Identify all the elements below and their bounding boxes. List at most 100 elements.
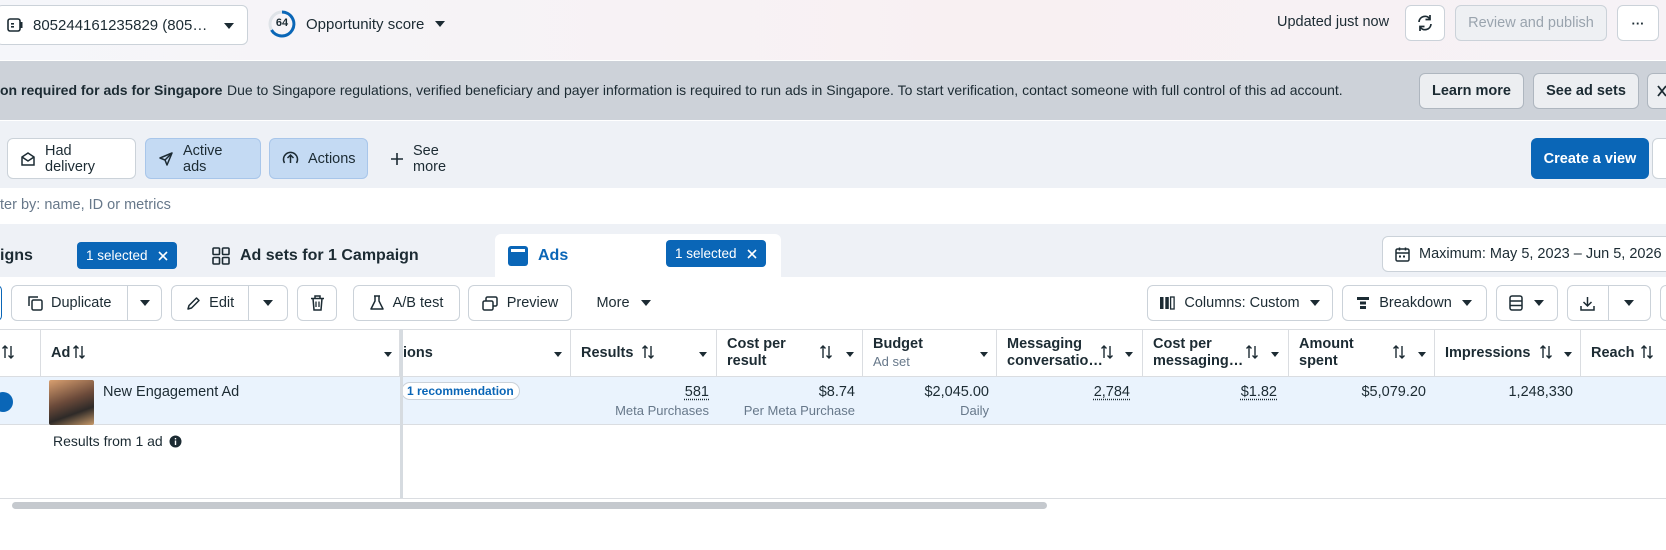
download-icon (1580, 296, 1595, 311)
toggle-switch[interactable] (0, 392, 13, 412)
chevron-down-icon[interactable] (979, 351, 989, 358)
header-results[interactable]: Results (571, 330, 717, 378)
export-button[interactable] (1568, 286, 1608, 320)
header-budget[interactable]: Budget Ad set (863, 330, 997, 378)
preview-button[interactable]: Preview (468, 285, 572, 321)
header-impressions-label: Impressions (1445, 345, 1530, 362)
score-label: Opportunity score (306, 16, 424, 33)
more-actions-button[interactable]: More (584, 285, 664, 321)
header-ad-label: Ad (51, 345, 70, 362)
ads-table: Ad ions Results Cost per result Budget Ad … (0, 329, 1666, 499)
recommendation-badge[interactable]: 1 recommendation (401, 382, 520, 400)
chevron-down-icon (223, 22, 235, 30)
more-options-button[interactable]: ··· (1617, 5, 1659, 41)
breakdown-selector[interactable]: Breakdown (1342, 285, 1487, 321)
active-ads-filter[interactable]: Active ads (145, 138, 261, 179)
sort-icon[interactable] (820, 345, 832, 359)
reports-selector[interactable] (1496, 285, 1558, 321)
chevron-down-icon[interactable] (383, 351, 393, 358)
header-impressions[interactable]: Impressions (1435, 330, 1581, 378)
ads-selected-badge[interactable]: 1 selected (666, 240, 766, 267)
chevron-down-icon (640, 299, 652, 307)
preview-label: Preview (507, 295, 559, 311)
sort-icon[interactable] (1393, 345, 1405, 359)
opportunity-score[interactable]: 64 Opportunity score (268, 10, 446, 38)
send-icon (158, 151, 174, 167)
ad-name[interactable]: New Engagement Ad (103, 384, 239, 400)
campaigns-selected-badge[interactable]: 1 selected (77, 242, 177, 269)
cost-messaging-cell: $1.82 (1143, 384, 1277, 400)
header-amount-spent-label: Amount spent (1299, 336, 1354, 370)
account-label: 805244161235829 (805… (33, 17, 207, 34)
columns-icon (1159, 296, 1175, 310)
close-icon[interactable] (747, 249, 757, 259)
had-delivery-filter[interactable]: Had delivery (7, 138, 136, 179)
sort-icon[interactable] (1641, 345, 1653, 359)
export-dropdown[interactable] (1609, 286, 1651, 320)
edit-button[interactable]: Edit (172, 286, 248, 320)
envelope-icon (20, 151, 36, 167)
create-view-button[interactable]: Create a view (1531, 138, 1649, 179)
learn-more-button[interactable]: Learn more (1419, 73, 1524, 109)
edit-dropdown[interactable] (249, 286, 287, 320)
account-selector[interactable]: 805244161235829 (805… (0, 5, 248, 45)
date-range-picker[interactable]: Maximum: May 5, 2023 – Jun 5, 2026 (1382, 236, 1666, 272)
toolbar-overflow-button[interactable] (1660, 285, 1666, 321)
header-reach-label: Reach (1591, 345, 1635, 362)
budget-cell: $2,045.00 Daily (863, 384, 989, 418)
close-icon[interactable] (158, 251, 168, 261)
top-bar: 805244161235829 (805… 64 Opportunity sco… (0, 0, 1666, 60)
campaigns-selected-count: 1 selected (86, 248, 148, 263)
chevron-down-icon[interactable] (1563, 351, 1573, 358)
refresh-icon (1416, 14, 1434, 32)
sort-icon[interactable] (1540, 345, 1552, 359)
tab-campaigns-label: igns (0, 247, 33, 265)
header-amount-spent[interactable]: Amount spent (1289, 330, 1435, 378)
sort-icon[interactable] (1101, 345, 1113, 359)
chevron-down-icon[interactable] (553, 351, 563, 358)
delete-button[interactable] (297, 285, 337, 321)
header-cost-per-messaging[interactable]: Cost per messaging… (1143, 330, 1289, 378)
info-icon[interactable] (169, 435, 182, 448)
header-messaging-conversations[interactable]: Messaging conversatio… (997, 330, 1143, 378)
table-row[interactable]: New Engagement Ad 1 recommendation 581 M… (0, 377, 1666, 425)
horizontal-scrollbar[interactable] (12, 502, 1047, 509)
see-more-filters[interactable]: See more (378, 138, 478, 179)
sort-icon[interactable] (642, 345, 654, 359)
header-ad[interactable]: Ad (41, 330, 400, 378)
header-status[interactable] (0, 330, 41, 378)
grid-icon (212, 247, 230, 265)
view-options-button[interactable] (1652, 138, 1666, 179)
create-ad-edge[interactable] (0, 285, 2, 321)
chevron-down-icon[interactable] (698, 351, 708, 358)
sort-icon[interactable] (73, 345, 85, 359)
plus-icon (390, 152, 404, 166)
chevron-down-icon[interactable] (845, 351, 855, 358)
tab-ad-sets[interactable]: Ad sets for 1 Campaign (199, 234, 484, 277)
review-publish-button[interactable]: Review and publish (1455, 5, 1607, 41)
banner-message: Due to Singapore regulations, verified b… (227, 82, 1343, 98)
sort-icon[interactable] (2, 345, 14, 359)
header-actions[interactable]: ions (403, 330, 571, 378)
pencil-icon (186, 296, 201, 311)
chevron-down-icon[interactable] (1270, 351, 1280, 358)
header-cost-per-result[interactable]: Cost per result (717, 330, 863, 378)
ab-test-label: A/B test (393, 295, 444, 311)
chevron-down-icon[interactable] (1417, 351, 1427, 358)
header-reach[interactable]: Reach (1581, 330, 1666, 378)
duplicate-button[interactable]: Duplicate (12, 286, 127, 320)
columns-selector[interactable]: Columns: Custom (1147, 285, 1333, 321)
chevron-down-icon[interactable] (1124, 351, 1134, 358)
calendar-icon (1395, 247, 1410, 262)
close-icon (1657, 85, 1666, 97)
actions-filter[interactable]: Actions (269, 138, 368, 179)
search-input[interactable]: ter by: name, ID or metrics (0, 188, 1666, 224)
chevron-down-icon (139, 299, 151, 307)
close-banner-button[interactable] (1647, 73, 1666, 109)
account-icon (7, 18, 23, 32)
sort-icon[interactable] (1246, 345, 1258, 359)
refresh-button[interactable] (1405, 5, 1445, 41)
ab-test-button[interactable]: A/B test (353, 285, 460, 321)
see-ad-sets-button[interactable]: See ad sets (1533, 73, 1639, 109)
duplicate-dropdown[interactable] (128, 286, 161, 320)
